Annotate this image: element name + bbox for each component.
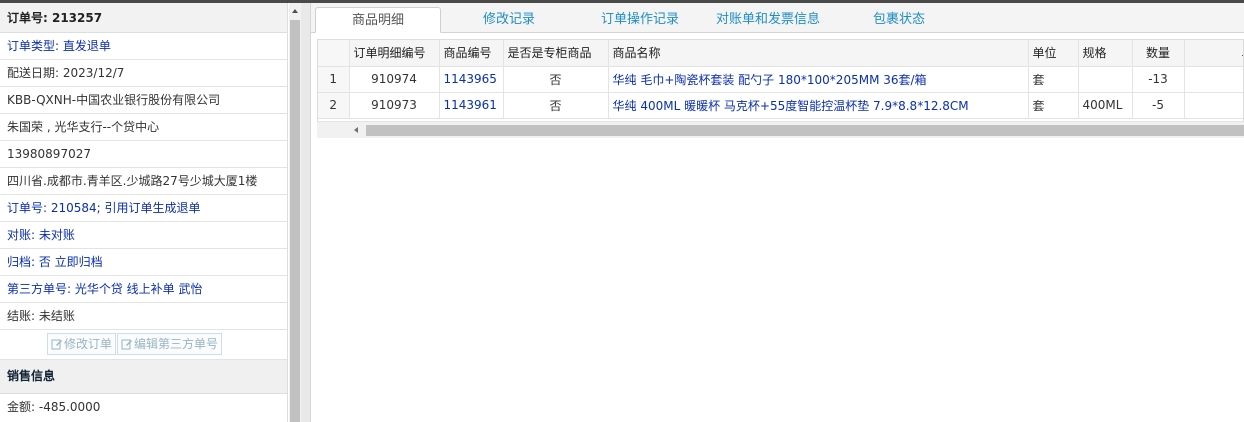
tab-order-operations[interactable]: 订单操作记录 bbox=[583, 7, 697, 33]
scrollbar-thumb[interactable] bbox=[290, 20, 300, 422]
product-id-link[interactable]: 1143965 bbox=[439, 66, 504, 93]
row-number: 2 bbox=[318, 92, 350, 119]
panel-splitter[interactable] bbox=[301, 3, 311, 422]
order-type: 订单类型: 直发退单 bbox=[0, 33, 287, 60]
product-name-link[interactable]: 华纯 毛巾+陶瓷杯套装 配勺子 180*100*205MM 36套/箱 bbox=[608, 66, 1029, 93]
table-row[interactable]: 2 910973 1143961 否 华纯 400ML 暖暖杯 马克杯+55度智… bbox=[318, 92, 1243, 119]
unit-cell: 套 bbox=[1028, 92, 1079, 119]
edit-icon bbox=[51, 339, 62, 350]
grid-header-row: 订单明细编号 商品编号 是否是专柜商品 商品名称 单位 规格 数量 单 bbox=[318, 40, 1243, 67]
col-product-id[interactable]: 商品编号 bbox=[439, 40, 504, 67]
edit-order-label: 修改订单 bbox=[64, 337, 113, 351]
col-unit[interactable]: 单位 bbox=[1028, 40, 1079, 67]
tab-statement-invoice[interactable]: 对账单和发票信息 bbox=[707, 7, 829, 33]
row-number-header bbox=[318, 40, 350, 67]
settle-status: 结账: 未结账 bbox=[0, 303, 287, 330]
sales-info-header: 销售信息 bbox=[0, 360, 287, 394]
col-spec[interactable]: 规格 bbox=[1078, 40, 1133, 67]
tab-modify-history[interactable]: 修改记录 bbox=[454, 7, 564, 33]
left-panel-scrollbar[interactable] bbox=[289, 3, 301, 422]
unit-price-cell bbox=[1184, 92, 1243, 119]
delivery-date: 配送日期: 2023/12/7 bbox=[0, 60, 287, 87]
is-counter-cell: 否 bbox=[503, 92, 609, 119]
is-counter-cell: 否 bbox=[503, 66, 609, 93]
tab-product-details[interactable]: 商品明细 bbox=[315, 7, 441, 33]
scroll-up-icon[interactable] bbox=[292, 9, 298, 13]
product-id-link[interactable]: 1143961 bbox=[439, 92, 504, 119]
col-is-counter[interactable]: 是否是专柜商品 bbox=[503, 40, 609, 67]
order-action-buttons: 修改订单 编辑第三方单号 bbox=[0, 330, 287, 360]
edit-order-button[interactable]: 修改订单 bbox=[47, 333, 117, 355]
order-info-panel: 订单号: 213257 订单类型: 直发退单 配送日期: 2023/12/7 K… bbox=[0, 3, 288, 422]
row-number: 1 bbox=[318, 66, 350, 93]
col-quantity[interactable]: 数量 bbox=[1132, 40, 1185, 67]
edit-icon bbox=[121, 339, 133, 350]
quantity-cell: -13 bbox=[1132, 66, 1185, 93]
tab-package-status[interactable]: 包裹状态 bbox=[837, 7, 961, 33]
col-unit-price[interactable]: 单 bbox=[1184, 40, 1243, 67]
third-party-number: 第三方单号: 光华个贷 线上补单 武怡 bbox=[0, 276, 287, 303]
spec-cell: 400ML bbox=[1078, 92, 1133, 119]
edit-third-party-label: 编辑第三方单号 bbox=[134, 337, 219, 351]
phone-number: 13980897027 bbox=[0, 141, 287, 168]
reference-order[interactable]: 订单号: 210584; 引用订单生成退单 bbox=[0, 195, 287, 222]
detail-id-cell: 910974 bbox=[349, 66, 440, 93]
edit-third-party-button[interactable]: 编辑第三方单号 bbox=[117, 333, 223, 355]
spec-cell bbox=[1078, 66, 1133, 93]
horizontal-scrollbar-thumb[interactable] bbox=[366, 125, 1244, 136]
col-product-name[interactable]: 商品名称 bbox=[608, 40, 1029, 67]
reconcile-status: 对账: 未对账 bbox=[0, 222, 287, 249]
quantity-cell: -5 bbox=[1132, 92, 1185, 119]
detail-id-cell: 910973 bbox=[349, 92, 440, 119]
product-name-link[interactable]: 华纯 400ML 暖暖杯 马克杯+55度智能控温杯垫 7.9*8.8*12.8C… bbox=[608, 92, 1029, 119]
detail-panel: 商品明细 修改记录 订单操作记录 对账单和发票信息 包裹状态 订单明细编号 商品… bbox=[311, 3, 1244, 422]
unit-price-cell bbox=[1184, 66, 1243, 93]
customer-name: KBB-QXNH-中国农业银行股份有限公司 bbox=[0, 87, 287, 114]
archive-status[interactable]: 归档: 否 立即归档 bbox=[0, 249, 287, 276]
delivery-address: 四川省.成都市.青羊区.少城路27号少城大厦1楼 bbox=[0, 168, 287, 195]
scroll-left-icon[interactable] bbox=[354, 127, 358, 133]
contact-person: 朱国荣 , 光华支行--个贷中心 bbox=[0, 114, 287, 141]
table-row[interactable]: 1 910974 1143965 否 华纯 毛巾+陶瓷杯套装 配勺子 180*1… bbox=[318, 66, 1243, 93]
unit-cell: 套 bbox=[1028, 66, 1079, 93]
sales-amount: 金额: -485.0000 bbox=[7, 400, 101, 414]
grid-horizontal-scrollbar[interactable] bbox=[317, 121, 1244, 138]
order-number-header: 订单号: 213257 bbox=[0, 3, 287, 33]
col-detail-id[interactable]: 订单明细编号 bbox=[349, 40, 440, 67]
tab-bar: 商品明细 修改记录 订单操作记录 对账单和发票信息 包裹状态 bbox=[311, 3, 1244, 33]
